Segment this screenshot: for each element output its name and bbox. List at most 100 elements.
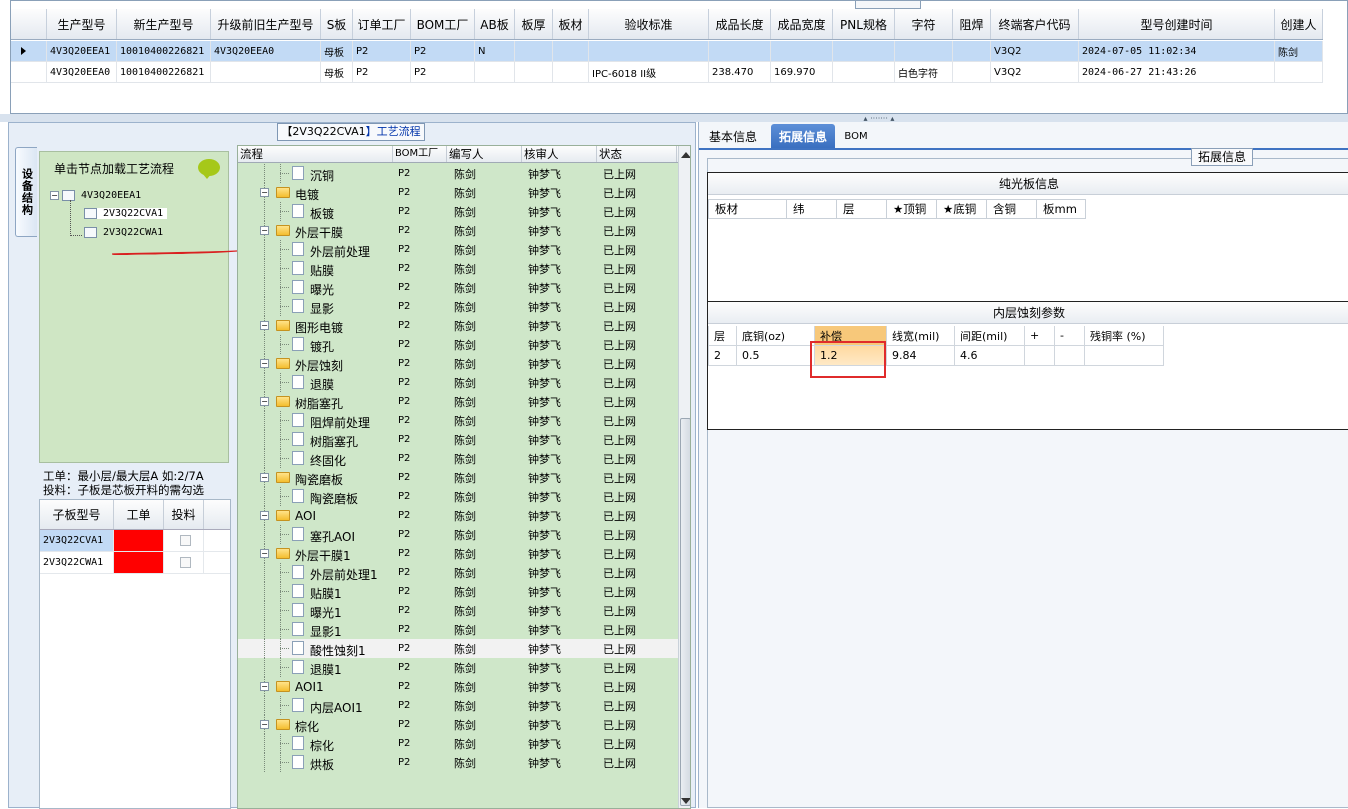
tree-node-root[interactable]: − 4V3Q20EEA1: [50, 190, 141, 201]
spacing-cell[interactable]: 4.6: [954, 346, 1024, 366]
table-row[interactable]: 2V3Q22CVA1: [40, 530, 230, 552]
table-row[interactable]: − AOI P2 陈剑 钟梦飞 已上网: [238, 506, 678, 525]
table-row[interactable]: 2V3Q22CWA1: [40, 552, 230, 574]
cell-width[interactable]: 169.970: [771, 62, 833, 83]
process-tree-cell[interactable]: 板镀: [238, 202, 393, 221]
header-minus[interactable]: -: [1054, 326, 1084, 346]
header-customer-code[interactable]: 终端客户代码: [991, 9, 1079, 39]
cell-s-board[interactable]: 母板: [321, 62, 353, 83]
table-row[interactable]: 退膜1 P2 陈剑 钟梦飞 已上网: [238, 658, 678, 677]
cell-creator[interactable]: 陈剑: [1275, 41, 1323, 62]
process-tree-cell[interactable]: 贴膜1: [238, 582, 393, 601]
table-row[interactable]: 显影 P2 陈剑 钟梦飞 已上网: [238, 297, 678, 316]
table-row[interactable]: 贴膜1 P2 陈剑 钟梦飞 已上网: [238, 582, 678, 601]
process-tree-cell[interactable]: 退膜: [238, 373, 393, 392]
header-status[interactable]: 状态: [597, 146, 677, 162]
table-row[interactable]: − 外层干膜1 P2 陈剑 钟梦飞 已上网: [238, 544, 678, 563]
cell-order-factory[interactable]: P2: [353, 41, 411, 62]
process-tree-cell[interactable]: − 外层干膜1: [238, 544, 393, 563]
cell-created-time[interactable]: 2024-07-05 11:02:34: [1079, 41, 1275, 62]
process-tree-cell[interactable]: − AOI: [238, 506, 393, 525]
collapse-icon[interactable]: −: [260, 473, 269, 482]
cell-thickness[interactable]: [515, 41, 553, 62]
process-tree-cell[interactable]: 树脂塞孔: [238, 430, 393, 449]
table-row[interactable]: 4V3Q20EEA0 10010400226821 母板 P2 P2 IPC-6018 I…: [11, 62, 1323, 83]
bare-board-header-2[interactable]: 层: [836, 199, 886, 219]
cell-customer-code[interactable]: V3Q2: [991, 41, 1079, 62]
process-grid-scrollbar[interactable]: [678, 146, 690, 808]
cell-bom-factory[interactable]: P2: [411, 62, 475, 83]
header-residual-copper[interactable]: 残铜率 (%): [1084, 326, 1164, 346]
table-row[interactable]: − 棕化 P2 陈剑 钟梦飞 已上网: [238, 715, 678, 734]
table-row[interactable]: 2 0.5 1.2 9.84 4.6: [708, 346, 1164, 366]
header-material[interactable]: 板材: [553, 9, 589, 39]
table-row[interactable]: 板镀 P2 陈剑 钟梦飞 已上网: [238, 202, 678, 221]
horizontal-splitter[interactable]: ▴ ······· ▴: [0, 114, 1348, 123]
header-acceptance-std[interactable]: 验收标准: [589, 9, 709, 39]
table-row[interactable]: 棕化 P2 陈剑 钟梦飞 已上网: [238, 734, 678, 753]
cell-length[interactable]: 238.470: [709, 62, 771, 83]
header-feed[interactable]: 投料: [164, 500, 204, 529]
header-layer[interactable]: 层: [708, 326, 736, 346]
table-row[interactable]: − AOI1 P2 陈剑 钟梦飞 已上网: [238, 677, 678, 696]
cell-prod-model[interactable]: 4V3Q20EEA0: [47, 62, 117, 83]
cell-s-board[interactable]: 母板: [321, 41, 353, 62]
row-indicator[interactable]: [11, 62, 47, 83]
header-prod-model[interactable]: 生产型号: [47, 9, 117, 39]
collapse-icon[interactable]: −: [260, 359, 269, 368]
cell-acceptance-std[interactable]: IPC-6018 II级: [589, 62, 709, 83]
table-row[interactable]: 烘板 P2 陈剑 钟梦飞 已上网: [238, 753, 678, 772]
bare-board-header-5[interactable]: 含铜: [986, 199, 1036, 219]
table-row[interactable]: 树脂塞孔 P2 陈剑 钟梦飞 已上网: [238, 430, 678, 449]
table-row[interactable]: 酸性蚀刻1 P2 陈剑 钟梦飞 已上网: [238, 639, 678, 658]
process-tree-cell[interactable]: − 棕化: [238, 715, 393, 734]
process-tree-cell[interactable]: 塞孔AOI: [238, 525, 393, 544]
process-tree-cell[interactable]: − 外层干膜: [238, 221, 393, 240]
cell-legend[interactable]: [895, 41, 953, 62]
header-old-prod-model[interactable]: 升级前旧生产型号: [211, 9, 321, 39]
table-row[interactable]: 镀孔 P2 陈剑 钟梦飞 已上网: [238, 335, 678, 354]
sub-model-cell[interactable]: 2V3Q22CVA1: [40, 530, 114, 551]
header-spacing[interactable]: 间距(mil): [954, 326, 1024, 346]
cell-material[interactable]: [553, 41, 589, 62]
table-row[interactable]: − 陶瓷磨板 P2 陈剑 钟梦飞 已上网: [238, 468, 678, 487]
process-tree-cell[interactable]: − 陶瓷磨板: [238, 468, 393, 487]
process-tree-cell[interactable]: − 外层蚀刻: [238, 354, 393, 373]
panel-collapse-tab[interactable]: [855, 1, 921, 9]
collapse-icon[interactable]: −: [260, 188, 269, 197]
cell-old-prod-model[interactable]: [211, 62, 321, 83]
header-order-factory[interactable]: 订单工厂: [353, 9, 411, 39]
cell-created-time[interactable]: 2024-06-27 21:43:26: [1079, 62, 1275, 83]
cell-bom-factory[interactable]: P2: [411, 41, 475, 62]
collapse-icon[interactable]: −: [260, 397, 269, 406]
feed-checkbox[interactable]: [179, 557, 191, 568]
process-tree-cell[interactable]: − 图形电镀: [238, 316, 393, 335]
collapse-icon[interactable]: −: [260, 682, 269, 691]
cell-new-prod-model[interactable]: 10010400226821: [117, 41, 211, 62]
table-row[interactable]: 终固化 P2 陈剑 钟梦飞 已上网: [238, 449, 678, 468]
header-process[interactable]: 流程: [238, 146, 393, 162]
table-row[interactable]: 塞孔AOI P2 陈剑 钟梦飞 已上网: [238, 525, 678, 544]
process-tree-cell[interactable]: 曝光: [238, 278, 393, 297]
process-tree-cell[interactable]: 曝光1: [238, 601, 393, 620]
cell-material[interactable]: [553, 62, 589, 83]
process-tree-cell[interactable]: 烘板: [238, 753, 393, 772]
cell-pnl-spec[interactable]: [833, 62, 895, 83]
table-row[interactable]: 曝光 P2 陈剑 钟梦飞 已上网: [238, 278, 678, 297]
work-order-cell[interactable]: [114, 530, 164, 551]
tab-equipment-structure[interactable]: 设备结构: [15, 147, 37, 237]
table-row[interactable]: 退膜 P2 陈剑 钟梦飞 已上网: [238, 373, 678, 392]
table-row[interactable]: − 树脂塞孔 P2 陈剑 钟梦飞 已上网: [238, 392, 678, 411]
cell-ab-board[interactable]: N: [475, 41, 515, 62]
table-row[interactable]: 曝光1 P2 陈剑 钟梦飞 已上网: [238, 601, 678, 620]
table-row[interactable]: 贴膜 P2 陈剑 钟梦飞 已上网: [238, 259, 678, 278]
cell-customer-code[interactable]: V3Q2: [991, 62, 1079, 83]
process-tree-cell[interactable]: 镀孔: [238, 335, 393, 354]
process-tree-cell[interactable]: − 电镀: [238, 183, 393, 202]
process-tree-cell[interactable]: 陶瓷磨板: [238, 487, 393, 506]
cell-legend[interactable]: 白色字符: [895, 62, 953, 83]
splitter-grip-icon[interactable]: ▴ ······· ▴: [846, 114, 912, 123]
process-tree-cell[interactable]: 显影1: [238, 620, 393, 639]
table-row[interactable]: 沉铜 P2 陈剑 钟梦飞 已上网: [238, 164, 678, 183]
header-solder-mask[interactable]: 阻焊: [953, 9, 991, 39]
